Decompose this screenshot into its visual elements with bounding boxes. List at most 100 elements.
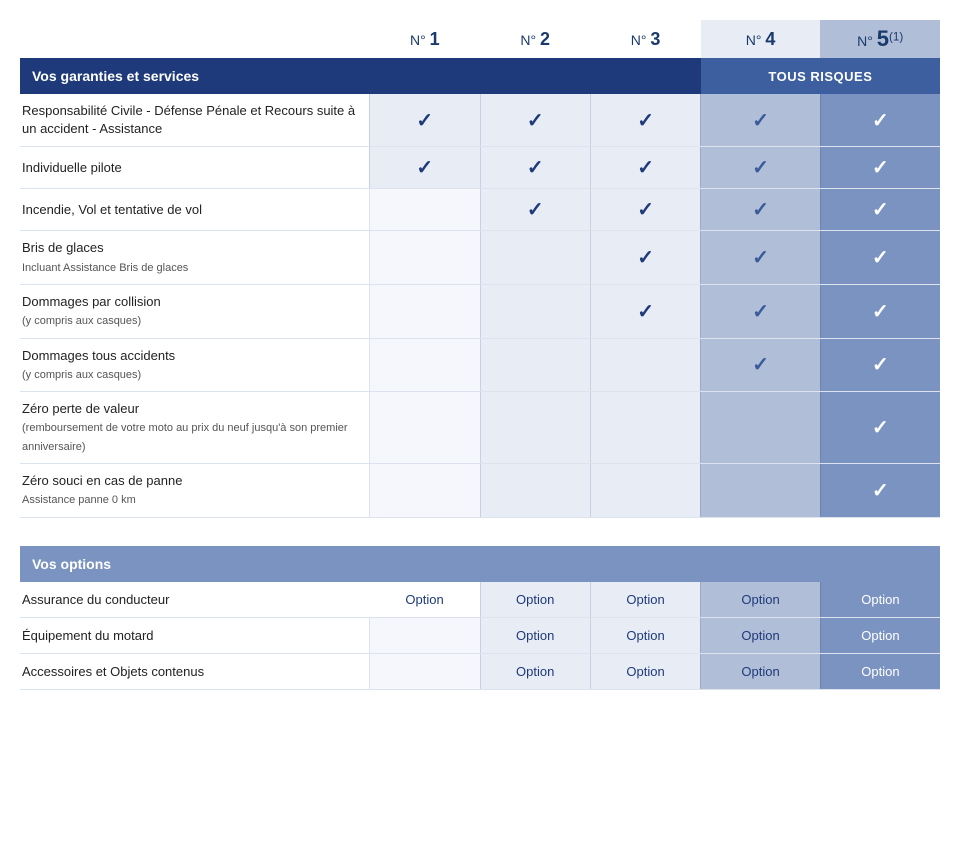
row-accessoires-label: Accessoires et Objets contenus bbox=[20, 653, 370, 689]
row-bris-empty-1 bbox=[370, 231, 480, 285]
col-num-3: 3 bbox=[650, 29, 660, 49]
checkmark-icon: ✓ bbox=[872, 199, 889, 221]
row-incendie-check-5: ✓ bbox=[820, 189, 940, 231]
tous-risques-label: TOUS RISQUES bbox=[701, 58, 940, 94]
row-bris-check-4: ✓ bbox=[701, 231, 821, 285]
row-zero-souci-empty-4 bbox=[701, 464, 821, 518]
row-assurance-conducteur-opt-1: Option bbox=[370, 582, 480, 618]
checkmark-icon: ✓ bbox=[527, 199, 544, 221]
checkmark-icon: ✓ bbox=[872, 247, 889, 269]
col-prefix-5: N° bbox=[857, 33, 873, 49]
row-individuelle-check-2: ✓ bbox=[480, 147, 590, 189]
row-tous-accidents: Dommages tous accidents (y compris aux c… bbox=[20, 338, 940, 392]
header-col-n3: N° 3 bbox=[590, 20, 700, 58]
guarantees-section-header: Vos garanties et services TOUS RISQUES bbox=[20, 58, 940, 94]
row-collision-subtitle: (y compris aux casques) bbox=[22, 315, 141, 327]
row-tous-accidents-label: Dommages tous accidents (y compris aux c… bbox=[20, 338, 370, 392]
col-num-1: 1 bbox=[430, 29, 440, 49]
row-incendie: Incendie, Vol et tentative de vol ✓ ✓ ✓ … bbox=[20, 189, 940, 231]
row-zero-perte-empty-4 bbox=[701, 392, 821, 464]
col-prefix-4: N° bbox=[746, 32, 762, 48]
row-incendie-empty-1 bbox=[370, 189, 480, 231]
header-col-n1: N° 1 bbox=[370, 20, 480, 58]
options-section-title: Vos options bbox=[20, 546, 940, 582]
row-bris-label: Bris de glaces Incluant Assistance Bris … bbox=[20, 231, 370, 285]
row-collision-check-5: ✓ bbox=[820, 284, 940, 338]
checkmark-icon: ✓ bbox=[527, 110, 544, 132]
row-bris-empty-2 bbox=[480, 231, 590, 285]
row-individuelle-check-1: ✓ bbox=[370, 147, 480, 189]
row-individuelle-check-5: ✓ bbox=[820, 147, 940, 189]
row-equipement-motard-opt-4: Option bbox=[701, 617, 821, 653]
row-accessoires-opt-4: Option bbox=[701, 653, 821, 689]
row-equipement-motard-opt-5: Option bbox=[820, 617, 940, 653]
row-responsabilite-label: Responsabilité Civile - Défense Pénale e… bbox=[20, 94, 370, 147]
row-equipement-motard: Équipement du motard Option Option Optio… bbox=[20, 617, 940, 653]
header-col-n4: N° 4 bbox=[701, 20, 821, 58]
row-individuelle-check-3: ✓ bbox=[590, 147, 700, 189]
row-responsabilite-check-3: ✓ bbox=[590, 94, 700, 147]
row-bris-subtitle: Incluant Assistance Bris de glaces bbox=[22, 262, 188, 274]
header-col-n5: N° 5(1) bbox=[820, 20, 940, 58]
row-individuelle: Individuelle pilote ✓ ✓ ✓ ✓ ✓ bbox=[20, 147, 940, 189]
row-collision: Dommages par collision (y compris aux ca… bbox=[20, 284, 940, 338]
row-zero-souci-check-5: ✓ bbox=[820, 464, 940, 518]
row-collision-check-4: ✓ bbox=[701, 284, 821, 338]
row-zero-perte-empty-1 bbox=[370, 392, 480, 464]
row-tous-accidents-empty-3 bbox=[590, 338, 700, 392]
row-zero-souci-subtitle: Assistance panne 0 km bbox=[22, 494, 136, 506]
row-responsabilite-check-4: ✓ bbox=[701, 94, 821, 147]
col-prefix-2: N° bbox=[520, 32, 536, 48]
checkmark-icon: ✓ bbox=[752, 301, 769, 323]
row-incendie-label: Incendie, Vol et tentative de vol bbox=[20, 189, 370, 231]
row-zero-souci-label: Zéro souci en cas de panne Assistance pa… bbox=[20, 464, 370, 518]
row-bris: Bris de glaces Incluant Assistance Bris … bbox=[20, 231, 940, 285]
row-zero-perte-check-5: ✓ bbox=[820, 392, 940, 464]
row-equipement-motard-opt-3: Option bbox=[590, 617, 700, 653]
checkmark-icon: ✓ bbox=[752, 354, 769, 376]
checkmark-icon: ✓ bbox=[872, 480, 889, 502]
row-collision-check-3: ✓ bbox=[590, 284, 700, 338]
checkmark-icon: ✓ bbox=[872, 354, 889, 376]
table-spacer bbox=[20, 518, 940, 546]
row-accessoires-opt-2: Option bbox=[480, 653, 590, 689]
row-accessoires: Accessoires et Objets contenus Option Op… bbox=[20, 653, 940, 689]
row-accessoires-opt-5: Option bbox=[820, 653, 940, 689]
checkmark-icon: ✓ bbox=[416, 157, 433, 179]
row-zero-perte-empty-2 bbox=[480, 392, 590, 464]
row-assurance-conducteur-opt-2: Option bbox=[480, 582, 590, 618]
guarantees-table: N° 1 N° 2 N° 3 N° 4 N° 5(1) bbox=[20, 20, 940, 518]
row-tous-accidents-empty-1 bbox=[370, 338, 480, 392]
checkmark-icon: ✓ bbox=[872, 110, 889, 132]
guarantees-section-title: Vos garanties et services bbox=[20, 58, 701, 94]
checkmark-icon: ✓ bbox=[752, 199, 769, 221]
checkmark-icon: ✓ bbox=[637, 157, 654, 179]
row-responsabilite: Responsabilité Civile - Défense Pénale e… bbox=[20, 94, 940, 147]
row-bris-check-3: ✓ bbox=[590, 231, 700, 285]
row-equipement-motard-opt-2: Option bbox=[480, 617, 590, 653]
checkmark-icon: ✓ bbox=[752, 157, 769, 179]
row-zero-perte-subtitle: (remboursement de votre moto au prix du … bbox=[22, 422, 348, 452]
row-zero-souci-empty-1 bbox=[370, 464, 480, 518]
checkmark-icon: ✓ bbox=[872, 157, 889, 179]
row-zero-souci: Zéro souci en cas de panne Assistance pa… bbox=[20, 464, 940, 518]
checkmark-icon: ✓ bbox=[637, 247, 654, 269]
checkmark-icon: ✓ bbox=[752, 110, 769, 132]
col-num-5: 5 bbox=[877, 26, 889, 51]
header-label-col bbox=[20, 20, 370, 58]
col-prefix-1: N° bbox=[410, 32, 426, 48]
checkmark-icon: ✓ bbox=[527, 157, 544, 179]
col-num-4: 4 bbox=[765, 29, 775, 49]
row-incendie-check-4: ✓ bbox=[701, 189, 821, 231]
row-zero-souci-empty-3 bbox=[590, 464, 700, 518]
row-incendie-check-3: ✓ bbox=[590, 189, 700, 231]
row-assurance-conducteur-label: Assurance du conducteur bbox=[20, 582, 370, 618]
options-table: Vos options Assurance du conducteur Opti… bbox=[20, 546, 940, 690]
row-equipement-motard-empty-1 bbox=[370, 617, 480, 653]
row-zero-perte-label: Zéro perte de valeur (remboursement de v… bbox=[20, 392, 370, 464]
row-individuelle-label: Individuelle pilote bbox=[20, 147, 370, 189]
row-accessoires-opt-3: Option bbox=[590, 653, 700, 689]
main-wrapper: N° 1 N° 2 N° 3 N° 4 N° 5(1) bbox=[20, 20, 940, 690]
row-zero-perte: Zéro perte de valeur (remboursement de v… bbox=[20, 392, 940, 464]
row-individuelle-check-4: ✓ bbox=[701, 147, 821, 189]
